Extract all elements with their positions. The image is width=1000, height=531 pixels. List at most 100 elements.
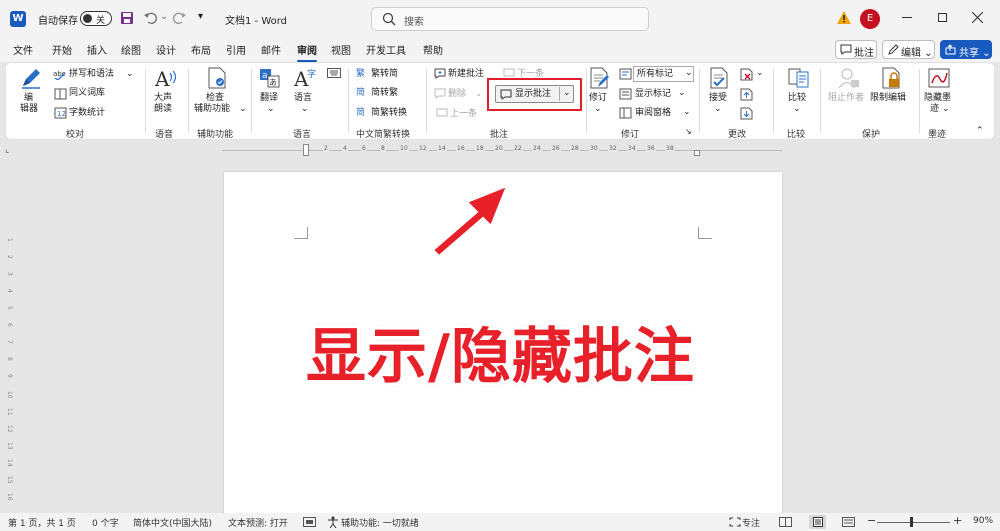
warning-icon[interactable] bbox=[836, 10, 852, 25]
traditional-to-simplified-button[interactable]: 繁转简 bbox=[371, 69, 398, 80]
macro-icon[interactable] bbox=[303, 517, 316, 527]
close-icon[interactable] bbox=[972, 12, 983, 23]
hide-ink-icon[interactable] bbox=[928, 67, 950, 89]
read-aloud-icon[interactable]: A bbox=[155, 67, 179, 89]
word-count[interactable]: 0 个字 bbox=[92, 516, 119, 529]
accessibility-dropdown-icon[interactable]: ⌄ bbox=[239, 104, 247, 115]
indent-marker[interactable] bbox=[303, 144, 309, 156]
language-icon[interactable]: A字 bbox=[294, 67, 316, 89]
svg-text:a: a bbox=[262, 71, 268, 81]
translate-icon[interactable]: aあ bbox=[259, 67, 281, 89]
markup-select[interactable]: 所有标记 ⌄ bbox=[633, 66, 694, 82]
word-count-button[interactable]: 字数统计 bbox=[69, 108, 105, 119]
new-comment-button[interactable]: 新建批注 bbox=[448, 69, 484, 80]
accessibility-check-icon[interactable] bbox=[206, 67, 228, 89]
save-icon[interactable] bbox=[120, 11, 134, 25]
right-indent-marker[interactable] bbox=[694, 150, 700, 156]
search-box[interactable]: 搜索 bbox=[371, 7, 649, 31]
vertical-ruler[interactable]: 123456789101112131415161718 bbox=[4, 176, 16, 506]
translate-button[interactable]: 翻译 bbox=[260, 93, 278, 104]
spelling-grammar-button[interactable]: 拼写和语法 bbox=[69, 69, 114, 80]
tab-mailings[interactable]: 邮件 bbox=[261, 42, 281, 57]
block-authors-button[interactable]: 阻止作者 bbox=[828, 93, 864, 104]
zoom-out-button[interactable]: − bbox=[867, 514, 876, 527]
comments-button[interactable]: 批注 bbox=[835, 40, 877, 59]
print-layout-button[interactable] bbox=[809, 515, 826, 529]
language-dropdown-icon[interactable]: ⌄ bbox=[301, 104, 309, 115]
redo-icon[interactable] bbox=[171, 10, 187, 26]
previous-comment-button[interactable]: 上一条 bbox=[450, 109, 477, 120]
restrict-editing-button[interactable]: 限制编辑 bbox=[870, 93, 906, 104]
editor-icon[interactable] bbox=[20, 67, 42, 89]
undo-icon[interactable] bbox=[143, 10, 159, 26]
compare-icon[interactable] bbox=[788, 67, 810, 89]
track-changes-dropdown-icon[interactable]: ⌄ bbox=[594, 104, 602, 115]
reviewing-pane-dropdown-icon[interactable]: ⌄ bbox=[683, 107, 691, 118]
track-changes-icon[interactable] bbox=[588, 67, 610, 89]
compare-button[interactable]: 比较 bbox=[788, 93, 806, 104]
tab-file[interactable]: 文件 bbox=[13, 42, 33, 57]
restore-icon[interactable] bbox=[938, 13, 947, 22]
collapse-ribbon-icon[interactable]: ⌃ bbox=[976, 126, 984, 137]
tab-insert[interactable]: 插入 bbox=[87, 42, 107, 57]
tab-view[interactable]: 视图 bbox=[331, 42, 351, 57]
reviewing-pane-button[interactable]: 审阅窗格 bbox=[635, 108, 671, 119]
accessibility-status[interactable]: 辅助功能: 一切就绪 bbox=[341, 516, 419, 529]
delete-dropdown-icon[interactable]: ⌄ bbox=[475, 89, 483, 100]
minimize-icon[interactable] bbox=[902, 17, 912, 18]
keyboard-icon[interactable] bbox=[327, 68, 341, 78]
show-markup-button[interactable]: 显示标记 bbox=[635, 89, 671, 100]
tab-review[interactable]: 审阅 bbox=[297, 42, 317, 62]
show-comments-button[interactable]: 显示批注 ⌄ bbox=[495, 85, 574, 103]
accept-icon[interactable] bbox=[708, 67, 730, 89]
zoom-slider-thumb[interactable] bbox=[910, 517, 913, 527]
undo-dropdown-icon[interactable]: ⌄ bbox=[160, 11, 168, 22]
tab-draw[interactable]: 绘图 bbox=[121, 42, 141, 57]
tab-help[interactable]: 帮助 bbox=[423, 42, 443, 57]
tab-home[interactable]: 开始 bbox=[52, 42, 72, 57]
read-mode-icon[interactable] bbox=[779, 517, 792, 527]
tab-layout[interactable]: 布局 bbox=[191, 42, 211, 57]
translate-dropdown-icon[interactable]: ⌄ bbox=[267, 104, 275, 115]
simplified-to-traditional-button[interactable]: 简转繁 bbox=[371, 88, 398, 99]
thesaurus-button[interactable]: 同义词库 bbox=[69, 88, 105, 99]
autosave-toggle[interactable]: 关 bbox=[80, 11, 112, 26]
block-authors-icon[interactable] bbox=[838, 67, 860, 89]
tracking-options-launcher-icon[interactable]: ↘ bbox=[685, 126, 692, 137]
editing-mode-button[interactable]: 编辑 ⌄ bbox=[882, 40, 935, 59]
toggle-knob bbox=[83, 14, 92, 23]
previous-change-icon[interactable] bbox=[740, 88, 753, 101]
customize-qat-icon[interactable]: ▾ bbox=[198, 11, 203, 22]
tab-references[interactable]: 引用 bbox=[226, 42, 246, 57]
show-comments-dropdown-icon[interactable]: ⌄ bbox=[563, 88, 571, 99]
chinese-conversion-button[interactable]: 简繁转换 bbox=[371, 108, 407, 119]
horizontal-ruler[interactable]: 2 4 6 8 10 12 14 16 18 20 22 24 26 28 30 32 34 36 38 bbox=[222, 144, 782, 157]
hide-ink-dropdown-icon[interactable]: ⌄ bbox=[942, 104, 950, 115]
focus-mode-button[interactable]: 专注 bbox=[742, 516, 760, 529]
accept-dropdown-icon[interactable]: ⌄ bbox=[714, 104, 722, 115]
language-status[interactable]: 简体中文(中国大陆) bbox=[133, 516, 212, 529]
zoom-slider[interactable] bbox=[877, 517, 950, 527]
tab-selector-icon[interactable]: ⌞ bbox=[5, 145, 9, 155]
show-markup-dropdown-icon[interactable]: ⌄ bbox=[678, 88, 686, 99]
reject-icon[interactable] bbox=[740, 68, 753, 81]
next-change-icon[interactable] bbox=[740, 107, 753, 120]
accept-button[interactable]: 接受 bbox=[709, 93, 727, 104]
page-count[interactable]: 第 1 页，共 1 页 bbox=[8, 516, 76, 529]
language-button[interactable]: 语言 bbox=[294, 93, 312, 104]
zoom-level[interactable]: 90% bbox=[973, 516, 993, 526]
delete-comment-button[interactable]: 删除 bbox=[448, 89, 466, 100]
zoom-in-button[interactable]: + bbox=[953, 514, 962, 527]
tab-design[interactable]: 设计 bbox=[156, 42, 176, 57]
compare-dropdown-icon[interactable]: ⌄ bbox=[793, 104, 801, 115]
spelling-dropdown-icon[interactable]: ⌄ bbox=[126, 69, 134, 80]
track-changes-button[interactable]: 修订 bbox=[589, 93, 607, 104]
tab-developer[interactable]: 开发工具 bbox=[366, 42, 406, 57]
share-button[interactable]: 共享 ⌄ bbox=[940, 40, 992, 59]
user-avatar[interactable]: E bbox=[860, 9, 880, 29]
hide-ink-label-1[interactable]: 隐藏墨 bbox=[924, 93, 951, 104]
web-layout-icon[interactable] bbox=[842, 517, 855, 527]
text-predictions-status[interactable]: 文本预测: 打开 bbox=[228, 516, 288, 529]
restrict-editing-icon[interactable] bbox=[880, 67, 902, 89]
reject-dropdown-icon[interactable]: ⌄ bbox=[756, 68, 764, 79]
